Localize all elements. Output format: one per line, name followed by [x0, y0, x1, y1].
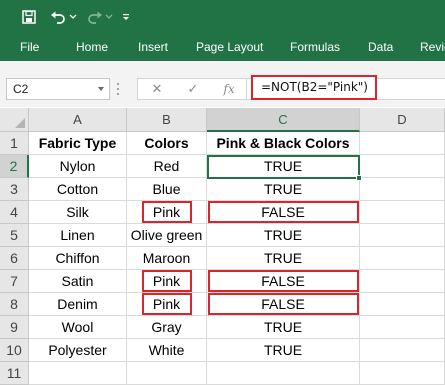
name-box[interactable]: C2: [6, 78, 110, 100]
cell-b11[interactable]: [127, 362, 207, 385]
cell-d3[interactable]: [360, 178, 445, 201]
customize-toolbar-icon[interactable]: [121, 0, 131, 34]
tab-review[interactable]: Revie: [420, 34, 445, 61]
cell-a6[interactable]: Chiffon: [29, 247, 127, 270]
cell-d1[interactable]: [360, 132, 445, 155]
cell-d6[interactable]: [360, 247, 445, 270]
cancel-icon[interactable]: ✕: [148, 79, 166, 99]
name-box-value: C2: [13, 82, 29, 96]
cell-a4[interactable]: Silk: [29, 201, 127, 224]
redo-icon[interactable]: [86, 0, 104, 34]
highlight-box-c7: [208, 270, 359, 292]
cell-c9[interactable]: TRUE: [207, 316, 360, 339]
cell-a2[interactable]: Nylon: [29, 155, 127, 178]
row-header-7[interactable]: 7: [0, 270, 29, 293]
row-header-10[interactable]: 10: [0, 339, 29, 362]
formula-input[interactable]: =NOT(B2="Pink"): [251, 75, 377, 100]
cell-b1[interactable]: Colors: [127, 132, 207, 155]
cell-a11[interactable]: [29, 362, 127, 385]
highlight-box-b8: [142, 293, 192, 315]
undo-dropdown-icon[interactable]: [68, 0, 78, 34]
cell-a5[interactable]: Linen: [29, 224, 127, 247]
row-header-2[interactable]: 2: [0, 155, 29, 178]
cell-a1[interactable]: Fabric Type: [29, 132, 127, 155]
column-header-d[interactable]: D: [360, 108, 445, 132]
tab-insert[interactable]: Insert: [138, 34, 168, 61]
tab-data[interactable]: Data: [368, 34, 393, 61]
select-all-icon: [15, 118, 25, 128]
cell-d7[interactable]: [360, 270, 445, 293]
spreadsheet-grid: A B C D 1 Fabric Type Colors Pink & Black C…: [0, 108, 445, 385]
cell-a9[interactable]: Wool: [29, 316, 127, 339]
row-header-4[interactable]: 4: [0, 201, 29, 224]
cell-b3[interactable]: Blue: [127, 178, 207, 201]
cell-d8[interactable]: [360, 293, 445, 316]
cell-a3[interactable]: Cotton: [29, 178, 127, 201]
name-box-dropdown-icon[interactable]: [98, 87, 104, 91]
highlight-box-b4: [142, 201, 192, 223]
formula-bar-grip-icon[interactable]: [116, 83, 120, 95]
cell-d11[interactable]: [360, 362, 445, 385]
cell-a8[interactable]: Denim: [29, 293, 127, 316]
cell-c11[interactable]: [207, 362, 360, 385]
cell-c1[interactable]: Pink & Black Colors: [207, 132, 360, 155]
column-header-a[interactable]: A: [29, 108, 127, 132]
insert-function-icon[interactable]: fx: [220, 79, 238, 99]
cell-b10[interactable]: White: [127, 339, 207, 362]
cell-c6[interactable]: TRUE: [207, 247, 360, 270]
row-header-8[interactable]: 8: [0, 293, 29, 316]
tab-formulas[interactable]: Formulas: [290, 34, 340, 61]
undo-icon[interactable]: [49, 0, 67, 34]
enter-icon[interactable]: ✓: [184, 79, 202, 99]
tab-page-layout[interactable]: Page Layout: [196, 34, 263, 61]
active-cell-border: [207, 155, 360, 179]
column-header-c[interactable]: C: [207, 108, 360, 132]
cell-a7[interactable]: Satin: [29, 270, 127, 293]
cell-d10[interactable]: [360, 339, 445, 362]
highlight-box-c8: [208, 293, 359, 315]
redo-dropdown-icon[interactable]: [104, 0, 114, 34]
highlight-box-c4: [208, 201, 359, 223]
highlight-box-b7: [142, 270, 192, 292]
formula-bar: C2 ✕ ✓ fx: [0, 61, 445, 107]
cell-a10[interactable]: Polyester: [29, 339, 127, 362]
cell-d2[interactable]: [360, 155, 445, 178]
fill-handle[interactable]: [356, 175, 362, 181]
formula-bar-tools: ✕ ✓ fx: [137, 78, 247, 100]
cell-b2[interactable]: Red: [127, 155, 207, 178]
column-header-b[interactable]: B: [127, 108, 207, 132]
cell-c3[interactable]: TRUE: [207, 178, 360, 201]
cell-c5[interactable]: TRUE: [207, 224, 360, 247]
cell-c10[interactable]: TRUE: [207, 339, 360, 362]
save-icon[interactable]: [20, 0, 38, 34]
row-header-3[interactable]: 3: [0, 178, 29, 201]
row-header-9[interactable]: 9: [0, 316, 29, 339]
tab-file[interactable]: File: [20, 34, 39, 61]
row-header-1[interactable]: 1: [0, 132, 29, 155]
row-header-5[interactable]: 5: [0, 224, 29, 247]
row-header-6[interactable]: 6: [0, 247, 29, 270]
row-header-11[interactable]: 11: [0, 362, 29, 385]
cell-d9[interactable]: [360, 316, 445, 339]
cell-b6[interactable]: Maroon: [127, 247, 207, 270]
cell-d5[interactable]: [360, 224, 445, 247]
cell-b9[interactable]: Gray: [127, 316, 207, 339]
title-bar: [0, 0, 445, 34]
cell-b5[interactable]: Olive green: [127, 224, 207, 247]
tab-home[interactable]: Home: [76, 34, 108, 61]
select-all-button[interactable]: [0, 108, 29, 132]
ribbon-tabs: File Home Insert Page Layout Formulas Da…: [0, 34, 445, 61]
cell-d4[interactable]: [360, 201, 445, 224]
